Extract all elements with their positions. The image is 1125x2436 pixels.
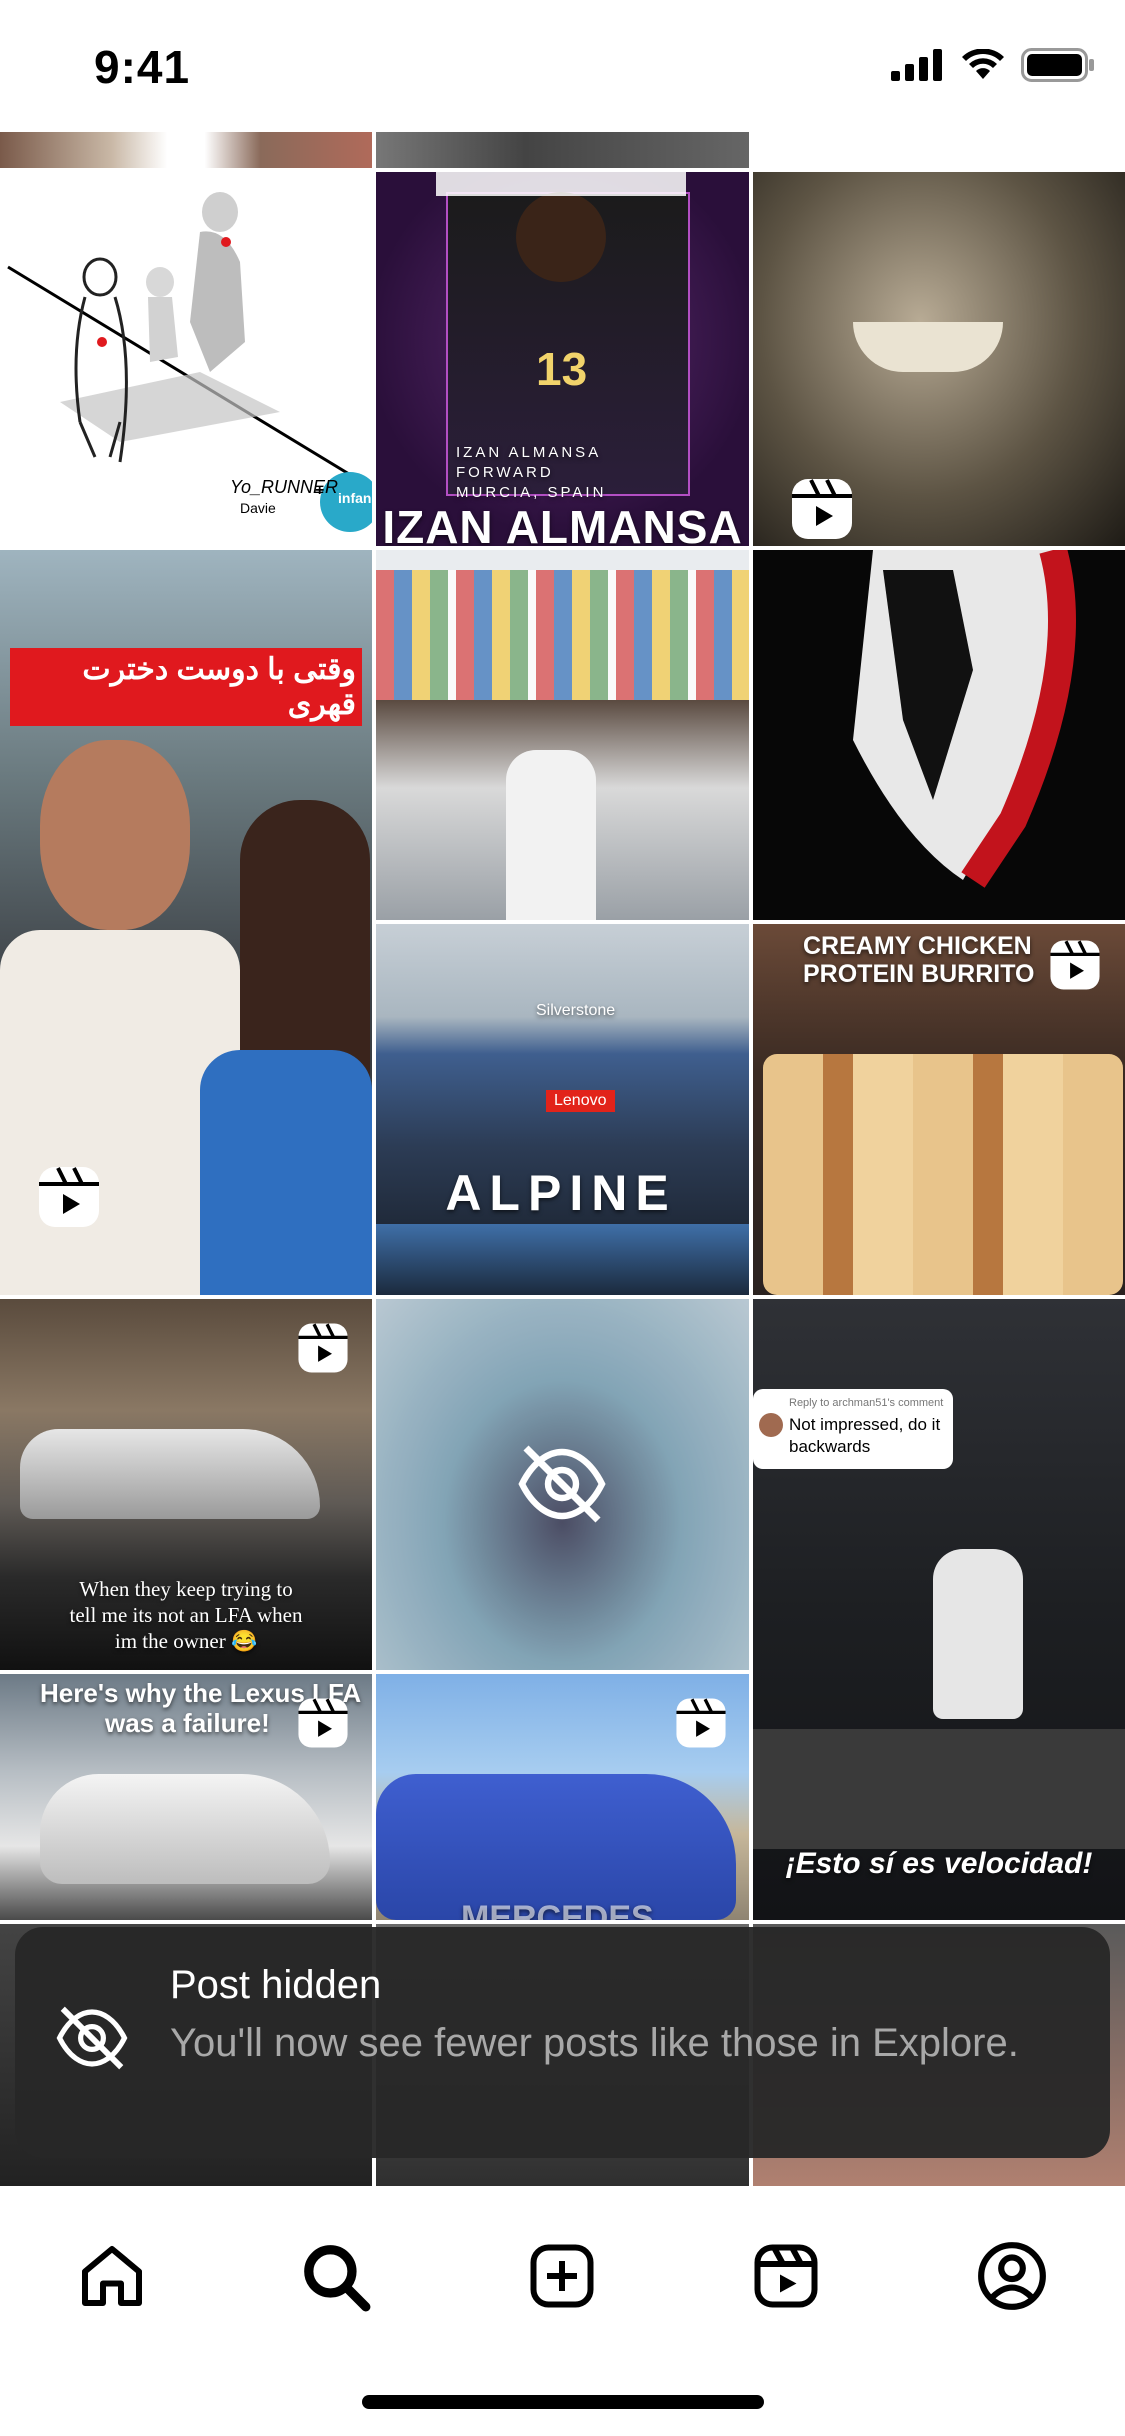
- gym-athlete: [933, 1549, 1023, 1719]
- race-car: [376, 1224, 749, 1295]
- reader-shirt: [506, 750, 596, 920]
- post-tile[interactable]: [753, 550, 1125, 920]
- sponsor-banner: Lenovo: [546, 1090, 615, 1112]
- post-tile[interactable]: CREAMY CHICKEN PROTEIN BURRITO: [753, 924, 1125, 1295]
- reels-icon: [298, 1323, 348, 1373]
- reels-icon: [39, 1167, 99, 1227]
- post-tile[interactable]: Reply to archman51's comment Not impress…: [753, 1299, 1125, 1920]
- hidden-post-tile[interactable]: [376, 1299, 749, 1670]
- comment-header: Reply to archman51's comment: [789, 1397, 944, 1409]
- reels-icon: [298, 1698, 348, 1748]
- reels-icon: [754, 2244, 818, 2308]
- post-caption: infan: [338, 490, 372, 506]
- post-caption: MERCEDES: [461, 1899, 654, 1920]
- reels-icon: [676, 1698, 726, 1748]
- man-head: [40, 740, 190, 930]
- post-tile[interactable]: Here's why the Lexus LFA was a failure!: [0, 1674, 372, 1920]
- post-caption: +: [315, 482, 325, 499]
- player-info: FORWARD: [456, 464, 554, 481]
- track-sign: Silverstone: [536, 1002, 616, 1019]
- comment-text: backwards: [789, 1437, 871, 1456]
- smile-detail: [853, 322, 1003, 372]
- post-caption: was a failure!: [105, 1708, 270, 1738]
- toast-title: Post hidden: [170, 1963, 382, 2007]
- tab-create[interactable]: [522, 2236, 602, 2316]
- post-tile[interactable]: [0, 132, 372, 168]
- reels-icon: [1050, 940, 1100, 990]
- home-indicator[interactable]: [362, 2395, 764, 2409]
- cellular-signal-icon: [891, 49, 942, 81]
- eye-slash-icon: [56, 2006, 128, 2070]
- lexus-car: [20, 1429, 320, 1519]
- motorcycle-fairing: [853, 550, 1076, 888]
- tab-search[interactable]: [295, 2236, 375, 2316]
- post-tile[interactable]: 13 IZAN ALMANSA FORWARD MURCIA, SPAIN IZ…: [376, 172, 749, 546]
- persian-caption: وقتی با دوست دخترت قهری: [10, 648, 362, 726]
- home-icon: [82, 2246, 142, 2306]
- status-bar: 9:41: [0, 0, 1125, 132]
- post-tile[interactable]: MERCEDES: [376, 1674, 749, 1920]
- profile-icon: [978, 2242, 1046, 2310]
- post-caption: When they keep trying to: [79, 1577, 293, 1601]
- post-hidden-toast: Post hidden You'll now see fewer posts l…: [15, 1927, 1110, 2158]
- title-banner: [436, 172, 686, 196]
- status-time: 9:41: [94, 41, 191, 93]
- burrito-tray: [763, 1054, 1123, 1295]
- post-tile[interactable]: When they keep trying to tell me its not…: [0, 1299, 372, 1670]
- tab-profile[interactable]: [972, 2236, 1052, 2316]
- post-caption: Davie: [240, 500, 276, 516]
- post-caption: im the owner 😂: [114, 1629, 258, 1653]
- post-tile[interactable]: [753, 172, 1125, 546]
- woman-jacket: [200, 1050, 372, 1295]
- status-icons: [891, 48, 1095, 82]
- explore-grid: Yo_RUNNER Davie + infan 13 IZAN ALMANSA …: [0, 132, 1125, 2186]
- team-logo: ALPINE: [445, 1165, 677, 1221]
- post-tile[interactable]: [376, 132, 749, 168]
- player-name-banner: IZAN ALMANSA: [382, 501, 743, 546]
- player-head: [516, 192, 606, 282]
- post-caption: tell me its not an LFA when: [69, 1603, 303, 1627]
- jersey-number: 13: [536, 343, 588, 395]
- player-info: IZAN ALMANSA: [456, 444, 602, 461]
- comment-text: Not impressed, do it: [789, 1415, 941, 1434]
- lexus-lfa-car: [40, 1774, 330, 1884]
- plus-square-icon: [530, 2244, 594, 2308]
- post-caption: ¡Esto sí es velocidad!: [785, 1847, 1093, 1880]
- recipe-title: CREAMY CHICKEN: [803, 932, 1032, 960]
- eye-slash-icon: [518, 1445, 606, 1523]
- wifi-icon: [962, 49, 1004, 79]
- recipe-title: PROTEIN BURRITO: [803, 960, 1035, 988]
- commenter-avatar: [759, 1413, 783, 1437]
- reels-icon: [792, 479, 852, 539]
- toast-message: You'll now see fewer posts like those in…: [170, 2021, 1019, 2065]
- post-tile[interactable]: Yo_RUNNER Davie + infan: [0, 172, 372, 546]
- post-tile[interactable]: Silverstone Lenovo ALPINE: [376, 924, 749, 1295]
- tab-home[interactable]: [72, 2236, 152, 2316]
- search-icon: [304, 2245, 371, 2312]
- tab-reels[interactable]: [746, 2236, 826, 2316]
- player-info: MURCIA, SPAIN: [456, 484, 607, 501]
- post-tile[interactable]: [376, 550, 749, 920]
- gym-treadmill: [753, 1729, 1125, 1849]
- battery-icon: [1021, 48, 1094, 82]
- post-tile[interactable]: وقتی با دوست دخترت قهری: [0, 550, 372, 1295]
